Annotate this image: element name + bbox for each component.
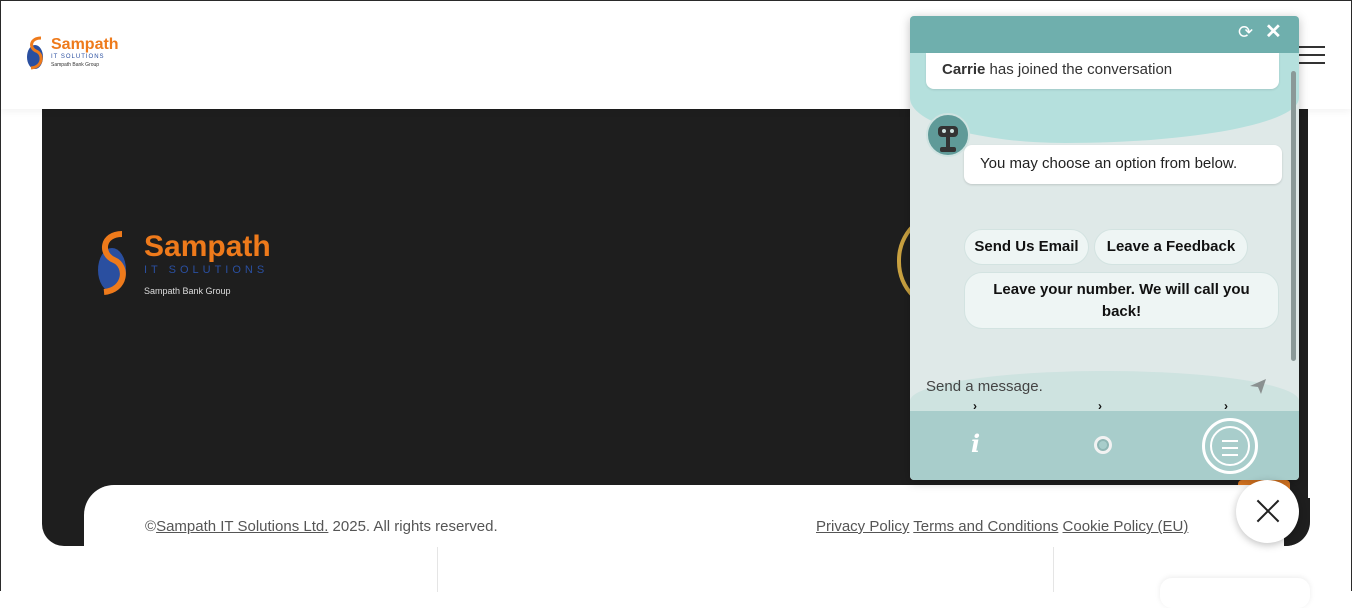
- circle-icon[interactable]: [1094, 436, 1112, 454]
- copyright-text: ©Sampath IT Solutions Ltd. 2025. All rig…: [145, 518, 498, 535]
- footer-logo-group: Sampath Bank Group: [144, 286, 231, 296]
- joined-notice: Carrie has joined the conversation: [926, 53, 1279, 89]
- close-icon[interactable]: ✕: [1265, 22, 1283, 42]
- chat-widget: ⟳ ✕ Carrie has joined the conversation Y…: [910, 16, 1299, 480]
- footer-bottom-bar: [84, 485, 1284, 592]
- header-logo[interactable]: Sampath IT SOLUTIONS Sampath Bank Group: [25, 36, 125, 76]
- footer-logo-name: Sampath: [144, 230, 271, 263]
- divider: [1053, 547, 1054, 592]
- copyright-symbol: ©: [145, 518, 157, 535]
- info-icon[interactable]: i: [971, 432, 985, 456]
- hamburger-icon[interactable]: [1297, 46, 1325, 66]
- footer-logo[interactable]: Sampath IT SOLUTIONS Sampath Bank Group: [92, 230, 292, 302]
- header-logo-group: Sampath Bank Group: [51, 62, 100, 68]
- card-partial: [1160, 578, 1310, 608]
- cookie-policy-link[interactable]: Cookie Policy (EU): [1063, 518, 1189, 535]
- terms-link[interactable]: Terms and Conditions: [913, 518, 1058, 535]
- bot-message: You may choose an option from below.: [964, 145, 1282, 184]
- refresh-icon[interactable]: ⟳: [1238, 23, 1256, 41]
- header-logo-sub: IT SOLUTIONS: [51, 54, 105, 60]
- close-fab-icon[interactable]: [1236, 480, 1299, 543]
- chat-scrollbar[interactable]: [1291, 71, 1296, 361]
- company-link[interactable]: Sampath IT Solutions Ltd.: [156, 518, 328, 535]
- chat-header: ⟳ ✕: [910, 16, 1299, 53]
- agent-name: Carrie: [942, 61, 986, 78]
- message-input[interactable]: [926, 376, 1236, 396]
- header-logo-name: Sampath: [51, 36, 119, 53]
- privacy-policy-link[interactable]: Privacy Policy: [816, 518, 909, 535]
- footer-logo-sub: IT SOLUTIONS: [144, 264, 269, 276]
- option-leave-feedback[interactable]: Leave a Feedback: [1094, 229, 1248, 265]
- send-icon[interactable]: [1248, 376, 1268, 396]
- logo-s-icon: [98, 231, 126, 295]
- option-leave-number[interactable]: Leave your number. We will call you back…: [964, 272, 1279, 329]
- joined-text: has joined the conversation: [985, 61, 1173, 78]
- policy-links: Privacy Policy Terms and Conditions Cook…: [816, 518, 1188, 535]
- menu-icon[interactable]: [1202, 418, 1258, 474]
- logo-s-icon: [27, 36, 43, 70]
- divider: [437, 547, 438, 592]
- option-send-email[interactable]: Send Us Email: [964, 229, 1089, 265]
- rights-text: 2025. All rights reserved.: [328, 518, 498, 535]
